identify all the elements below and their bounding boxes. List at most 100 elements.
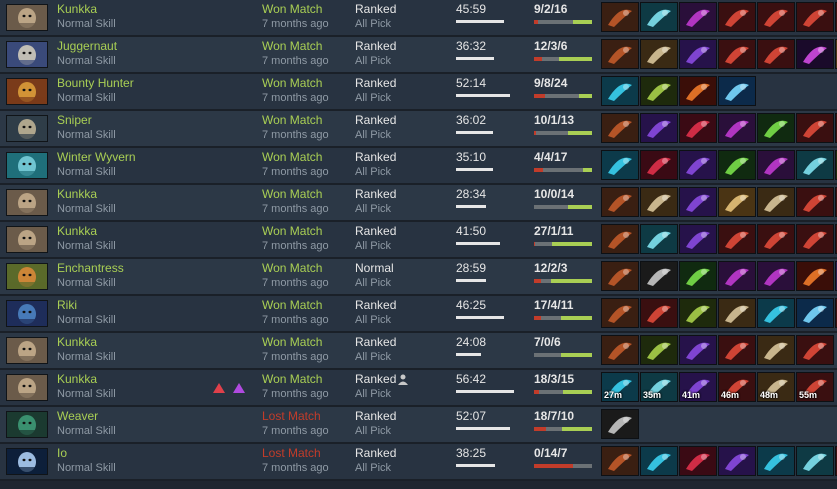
hero-name[interactable]: Enchantress <box>57 262 124 275</box>
fan-icon[interactable] <box>640 261 678 291</box>
boots-icon[interactable] <box>601 298 639 328</box>
match-row[interactable]: Io Normal Skill Lost Match 7 months ago … <box>0 444 837 481</box>
staff-icon[interactable]: 41m <box>679 372 717 402</box>
match-row[interactable]: Kunkka Normal Skill Won Match 7 months a… <box>0 333 837 370</box>
hero-portrait[interactable] <box>6 448 48 475</box>
hero-portrait[interactable] <box>6 41 48 68</box>
match-row[interactable]: Kunkka Normal Skill Won Match 7 months a… <box>0 0 837 37</box>
hero-name[interactable]: Io <box>57 447 67 460</box>
orb-icon[interactable] <box>601 76 639 106</box>
dagger-icon[interactable] <box>718 335 756 365</box>
bracer-icon[interactable] <box>718 113 756 143</box>
flame-icon[interactable] <box>679 76 717 106</box>
claw-icon[interactable] <box>679 261 717 291</box>
hero-portrait[interactable] <box>6 4 48 31</box>
axe-icon[interactable] <box>757 187 795 217</box>
bracer-icon[interactable] <box>757 150 795 180</box>
staff-icon[interactable] <box>679 335 717 365</box>
match-result[interactable]: Won Match <box>262 373 322 386</box>
match-row[interactable]: Kunkka Normal Skill Won Match 7 months a… <box>0 185 837 222</box>
dagger-icon[interactable] <box>757 2 795 32</box>
hero-portrait[interactable] <box>6 115 48 142</box>
wand-icon[interactable] <box>640 76 678 106</box>
match-row[interactable]: Sniper Normal Skill Won Match 7 months a… <box>0 111 837 148</box>
dagger-icon[interactable] <box>796 224 834 254</box>
hero-name[interactable]: Kunkka <box>57 3 97 16</box>
hero-portrait[interactable] <box>6 78 48 105</box>
blink-icon[interactable]: 35m <box>640 372 678 402</box>
match-row[interactable]: Enchantress Normal Skill Won Match 7 mon… <box>0 259 837 296</box>
match-row[interactable]: Kunkka Normal Skill Won Match 7 months a… <box>0 222 837 259</box>
blink-icon[interactable] <box>640 2 678 32</box>
axe-icon[interactable] <box>718 298 756 328</box>
boots-icon[interactable] <box>601 224 639 254</box>
orb-icon[interactable] <box>757 298 795 328</box>
blink-icon[interactable] <box>640 224 678 254</box>
gem-icon[interactable] <box>718 76 756 106</box>
dagger-icon[interactable] <box>757 39 795 69</box>
hero-portrait[interactable] <box>6 300 48 327</box>
staff-icon[interactable] <box>718 446 756 476</box>
mask-icon[interactable] <box>679 113 717 143</box>
boots-icon[interactable] <box>601 113 639 143</box>
dagger-icon[interactable] <box>796 113 834 143</box>
dagger-icon[interactable] <box>718 224 756 254</box>
hero-name[interactable]: Sniper <box>57 114 92 127</box>
match-result[interactable]: Won Match <box>262 188 322 201</box>
hero-portrait[interactable] <box>6 411 48 438</box>
match-row[interactable]: Bounty Hunter Normal Skill Won Match 7 m… <box>0 74 837 111</box>
hero-name[interactable]: Kunkka <box>57 336 97 349</box>
mask-icon[interactable] <box>640 150 678 180</box>
boots-icon[interactable] <box>601 335 639 365</box>
hero-portrait[interactable] <box>6 189 48 216</box>
hero-name[interactable]: Kunkka <box>57 373 97 386</box>
axe-icon[interactable] <box>757 335 795 365</box>
staff-icon[interactable] <box>679 224 717 254</box>
hero-name[interactable]: Juggernaut <box>57 40 117 53</box>
match-result[interactable]: Won Match <box>262 40 322 53</box>
hero-name[interactable]: Riki <box>57 299 77 312</box>
blink-icon[interactable] <box>796 446 834 476</box>
scroll-icon[interactable] <box>718 187 756 217</box>
boots-icon[interactable] <box>601 2 639 32</box>
dagger-icon[interactable] <box>757 224 795 254</box>
dagger-icon[interactable] <box>796 335 834 365</box>
staff-icon[interactable] <box>679 187 717 217</box>
boots-icon[interactable] <box>601 446 639 476</box>
wand-icon[interactable] <box>640 335 678 365</box>
hero-name[interactable]: Bounty Hunter <box>57 77 134 90</box>
staff-icon[interactable] <box>640 113 678 143</box>
dagger-icon[interactable]: 46m <box>718 372 756 402</box>
hero-portrait[interactable] <box>6 152 48 179</box>
hero-name[interactable]: Kunkka <box>57 188 97 201</box>
gem-icon[interactable] <box>796 298 834 328</box>
match-result[interactable]: Lost Match <box>262 447 321 460</box>
hero-portrait[interactable] <box>6 263 48 290</box>
blink-icon[interactable] <box>796 150 834 180</box>
boots-icon[interactable] <box>601 187 639 217</box>
dagger-icon[interactable] <box>796 2 834 32</box>
bracer-icon[interactable] <box>718 261 756 291</box>
dagger-icon[interactable] <box>796 187 834 217</box>
axe-icon[interactable] <box>640 39 678 69</box>
orb-icon[interactable] <box>757 446 795 476</box>
match-result[interactable]: Lost Match <box>262 410 321 423</box>
orb-icon[interactable] <box>640 446 678 476</box>
hero-portrait[interactable] <box>6 226 48 253</box>
match-result[interactable]: Won Match <box>262 151 322 164</box>
claw-icon[interactable] <box>718 150 756 180</box>
dagger-icon[interactable] <box>718 39 756 69</box>
match-row[interactable]: Riki Normal Skill Won Match 7 months ago… <box>0 296 837 333</box>
match-result[interactable]: Won Match <box>262 114 322 127</box>
cross-icon[interactable] <box>796 39 834 69</box>
hero-name[interactable]: Kunkka <box>57 225 97 238</box>
boots-icon[interactable] <box>601 261 639 291</box>
wand-icon[interactable] <box>679 298 717 328</box>
match-row[interactable]: Juggernaut Normal Skill Won Match 7 mont… <box>0 37 837 74</box>
staff-icon[interactable] <box>679 39 717 69</box>
flame-icon[interactable] <box>796 261 834 291</box>
mask-icon[interactable] <box>679 446 717 476</box>
hero-portrait[interactable] <box>6 337 48 364</box>
match-row[interactable]: Winter Wyvern Normal Skill Won Match 7 m… <box>0 148 837 185</box>
hero-name[interactable]: Weaver <box>57 410 98 423</box>
